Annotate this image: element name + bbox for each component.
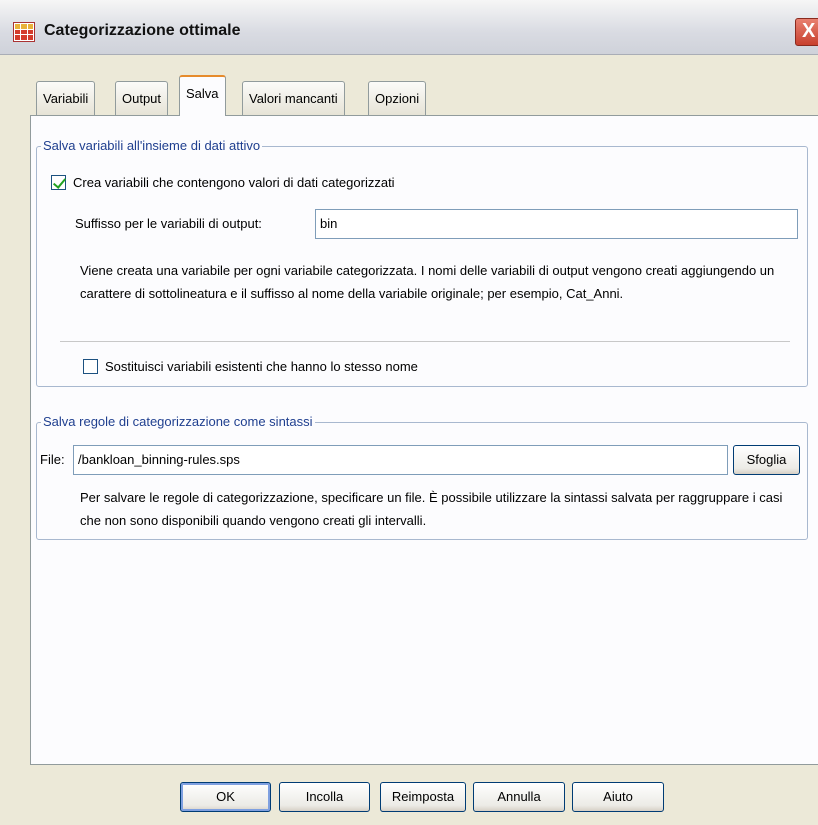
- title-bar: Categorizzazione ottimale X: [0, 0, 818, 55]
- divider: [60, 341, 790, 342]
- file-label: File:: [40, 452, 65, 467]
- create-variables-label: Crea variabili che contengono valori di …: [73, 175, 395, 190]
- save-rules-legend: Salva regole di categorizzazione come si…: [41, 414, 315, 429]
- close-icon[interactable]: X: [795, 18, 818, 46]
- save-variables-legend: Salva variabili all'insieme di dati atti…: [41, 138, 263, 153]
- suffix-input[interactable]: bin: [315, 209, 798, 239]
- save-rules-help-text: Per salvare le regole di categorizzazion…: [80, 490, 783, 528]
- dialog-window: Categorizzazione ottimale X Variabili Ou…: [0, 0, 818, 825]
- tab-salva[interactable]: Salva: [179, 75, 226, 116]
- replace-variables-label: Sostituisci variabili esistenti che hann…: [105, 359, 418, 374]
- tab-valori-mancanti[interactable]: Valori mancanti: [242, 81, 345, 115]
- tab-variabili[interactable]: Variabili: [36, 81, 96, 115]
- create-variables-checkbox[interactable]: [51, 175, 66, 190]
- window-title: Categorizzazione ottimale: [44, 22, 241, 39]
- tab-opzioni[interactable]: Opzioni: [368, 81, 427, 115]
- file-path-input[interactable]: /bankloan_binning-rules.sps: [73, 445, 728, 475]
- browse-button[interactable]: Sfoglia: [733, 445, 800, 475]
- tab-output[interactable]: Output: [115, 81, 169, 115]
- reset-button[interactable]: Reimposta: [380, 782, 466, 812]
- ok-button[interactable]: OK: [180, 782, 271, 812]
- suffix-label: Suffisso per le variabili di output:: [75, 216, 262, 231]
- paste-button[interactable]: Incolla: [279, 782, 370, 812]
- app-icon: [13, 22, 35, 42]
- help-button[interactable]: Aiuto: [572, 782, 664, 812]
- save-variables-help-text: Viene creata una variabile per ogni vari…: [80, 263, 775, 301]
- replace-variables-checkbox[interactable]: [83, 359, 98, 374]
- cancel-button[interactable]: Annulla: [473, 782, 565, 812]
